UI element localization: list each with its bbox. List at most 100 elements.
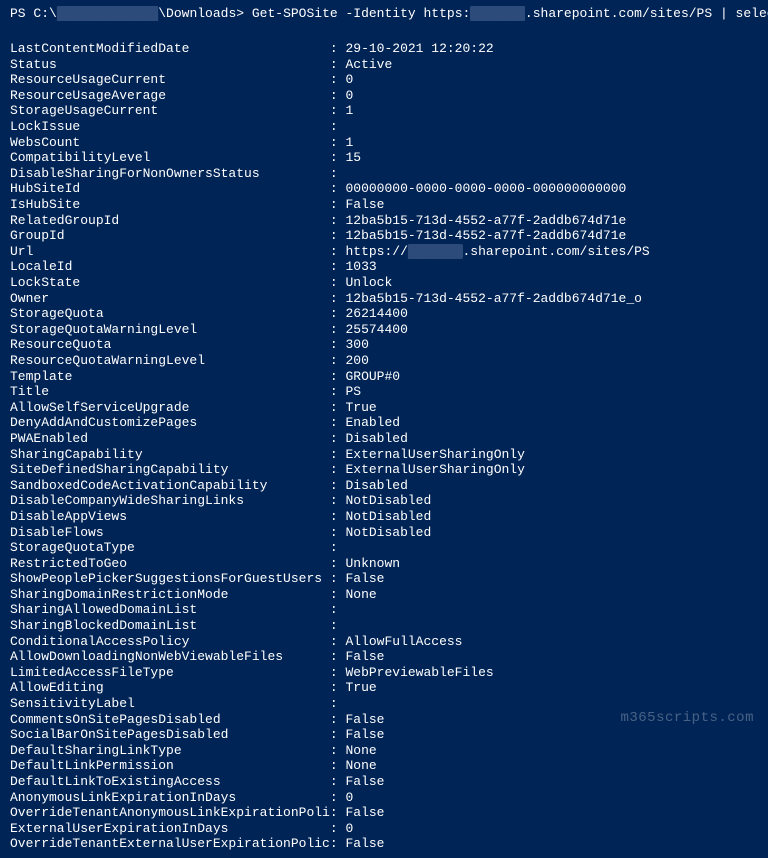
property-key: SensitivityLabel [10, 696, 330, 711]
property-key: AnonymousLinkExpirationInDays [10, 790, 330, 805]
property-value: 12ba5b15-713d-4552-a77f-2addb674d71e [345, 213, 626, 228]
property-key: AllowEditing [10, 680, 330, 695]
property-separator: : [330, 696, 346, 711]
property-value-post: .sharepoint.com/sites/PS [463, 244, 650, 259]
property-separator: : [330, 805, 346, 820]
property-key: ResourceUsageCurrent [10, 72, 330, 87]
property-key: ResourceUsageAverage [10, 88, 330, 103]
property-separator: : [330, 103, 346, 118]
property-key: PWAEnabled [10, 431, 330, 446]
property-separator: : [330, 665, 346, 680]
property-row: ResourceQuotaWarningLevel : 200 [10, 353, 758, 369]
property-row: HubSiteId : 00000000-0000-0000-0000-0000… [10, 181, 758, 197]
property-row: SharingCapability : ExternalUserSharingO… [10, 447, 758, 463]
property-row: AllowSelfServiceUpgrade : True [10, 400, 758, 416]
property-key: WebsCount [10, 135, 330, 150]
property-row: AllowEditing : True [10, 680, 758, 696]
property-row: SharingBlockedDomainList : [10, 618, 758, 634]
property-separator: : [330, 680, 346, 695]
property-key: ConditionalAccessPolicy [10, 634, 330, 649]
property-key: DefaultLinkPermission [10, 758, 330, 773]
property-key: SharingCapability [10, 447, 330, 462]
property-separator: : [330, 41, 346, 56]
property-separator: : [330, 790, 346, 805]
property-key: StorageQuotaWarningLevel [10, 322, 330, 337]
property-value: False [345, 712, 384, 727]
property-value: None [345, 758, 376, 773]
property-key: Status [10, 57, 330, 72]
property-row: ResourceQuota : 300 [10, 337, 758, 353]
property-separator: : [330, 72, 346, 87]
property-key: SiteDefinedSharingCapability [10, 462, 330, 477]
property-value: ExternalUserSharingOnly [345, 462, 524, 477]
property-separator: : [330, 462, 346, 477]
property-row: AllowDownloadingNonWebViewableFiles : Fa… [10, 649, 758, 665]
property-key: ResourceQuotaWarningLevel [10, 353, 330, 368]
property-key: RestrictedToGeo [10, 556, 330, 571]
property-key: CommentsOnSitePagesDisabled [10, 712, 330, 727]
prompt-cmd-pre: Get-SPOSite -Identity https: [244, 6, 470, 21]
property-separator: : [330, 259, 346, 274]
property-row: StorageQuotaType : [10, 540, 758, 556]
property-key: GroupId [10, 228, 330, 243]
property-separator: : [330, 447, 346, 462]
property-value: 1 [345, 135, 353, 150]
property-key: Url [10, 244, 330, 259]
property-separator: : [330, 181, 346, 196]
property-separator: : [330, 337, 346, 352]
property-row: LockState : Unlock [10, 275, 758, 291]
prompt-cmd-post: .sharepoint.com/sites/PS | select * [525, 6, 768, 21]
powershell-terminal[interactable]: PS C:\████████ ████\Downloads> Get-SPOSi… [0, 0, 768, 858]
property-key: SandboxedCodeActivationCapability [10, 478, 330, 493]
property-value: False [345, 727, 384, 742]
property-key: SocialBarOnSitePagesDisabled [10, 727, 330, 742]
property-separator: : [330, 57, 346, 72]
property-row: ConditionalAccessPolicy : AllowFullAcces… [10, 634, 758, 650]
property-separator: : [330, 587, 346, 602]
prompt-prefix: PS C:\ [10, 6, 57, 21]
property-separator: : [330, 415, 346, 430]
property-value: 29-10-2021 12:20:22 [345, 41, 493, 56]
property-value: NotDisabled [345, 493, 431, 508]
property-value: 0 [345, 821, 353, 836]
property-row: StorageUsageCurrent : 1 [10, 103, 758, 119]
property-key: CompatibilityLevel [10, 150, 330, 165]
prompt-path: \Downloads> [158, 6, 244, 21]
property-value: 25574400 [345, 322, 407, 337]
property-key: ResourceQuota [10, 337, 330, 352]
property-key: SharingDomainRestrictionMode [10, 587, 330, 602]
property-value: 1033 [345, 259, 376, 274]
property-separator: : [330, 291, 346, 306]
property-separator: : [330, 649, 346, 664]
property-separator: : [330, 166, 346, 181]
property-value: AllowFullAccess [345, 634, 462, 649]
property-key: SharingBlockedDomainList [10, 618, 330, 633]
property-separator: : [330, 836, 346, 851]
property-separator: : [330, 197, 346, 212]
property-key: DefaultSharingLinkType [10, 743, 330, 758]
property-row: IsHubSite : False [10, 197, 758, 213]
property-row: StorageQuota : 26214400 [10, 306, 758, 322]
property-value: False [345, 197, 384, 212]
property-value: Unknown [345, 556, 400, 571]
property-value: False [345, 571, 384, 586]
property-key: LocaleId [10, 259, 330, 274]
property-row: DefaultLinkToExistingAccess : False [10, 774, 758, 790]
property-row: GroupId : 12ba5b15-713d-4552-a77f-2addb6… [10, 228, 758, 244]
property-row: Url : https://██████ .sharepoint.com/sit… [10, 244, 758, 260]
property-key: LimitedAccessFileType [10, 665, 330, 680]
property-value: 26214400 [345, 306, 407, 321]
property-key: DisableAppViews [10, 509, 330, 524]
property-value: 0 [345, 72, 353, 87]
property-row: OverrideTenantAnonymousLinkExpirationPol… [10, 805, 758, 821]
property-separator: : [330, 228, 346, 243]
property-value: Active [345, 57, 392, 72]
property-row: SharingAllowedDomainList : [10, 602, 758, 618]
property-value: Disabled [345, 431, 407, 446]
property-value: None [345, 587, 376, 602]
url-obscured: ██████ [408, 244, 463, 259]
property-row: SiteDefinedSharingCapability : ExternalU… [10, 462, 758, 478]
property-separator: : [330, 634, 346, 649]
property-row: Template : GROUP#0 [10, 369, 758, 385]
property-value: False [345, 805, 384, 820]
